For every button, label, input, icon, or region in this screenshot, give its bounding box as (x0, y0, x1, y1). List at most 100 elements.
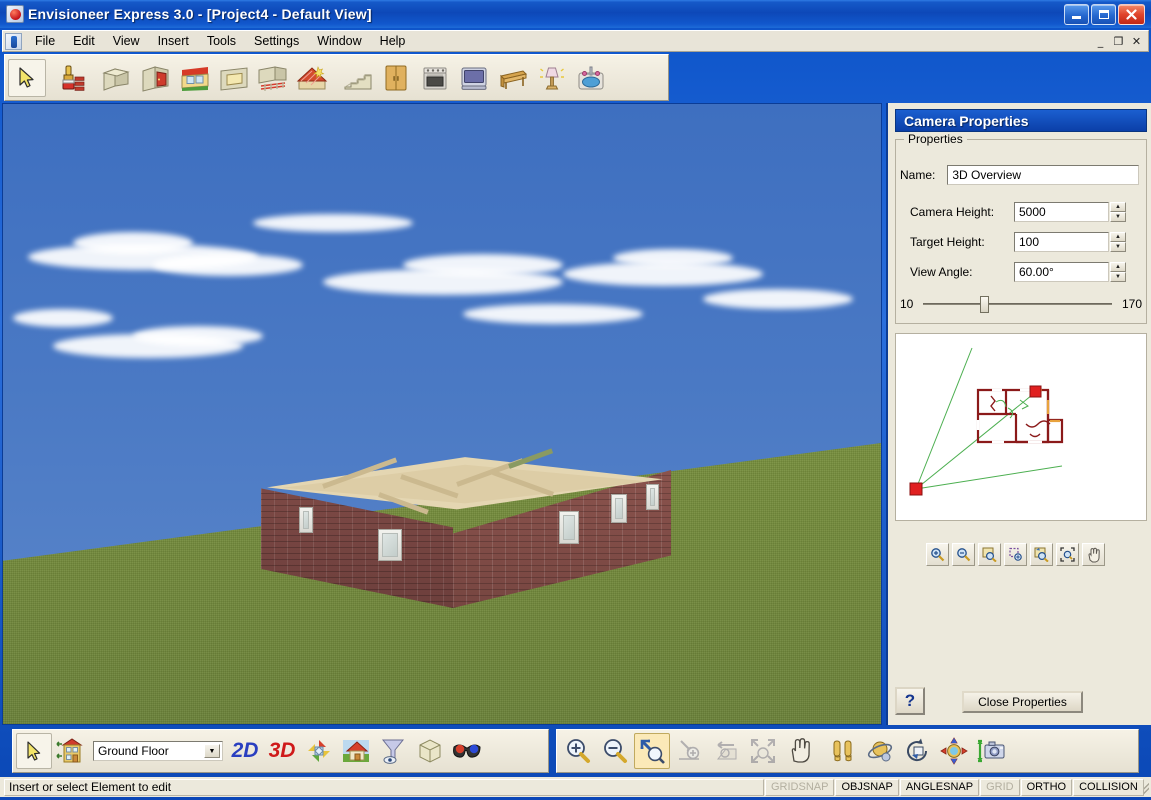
groupbox-label: Properties (904, 132, 967, 146)
zoom-previous-button[interactable] (1030, 543, 1053, 566)
stepper-down-icon[interactable]: ▼ (1110, 272, 1126, 282)
cloud (153, 254, 303, 276)
wall-tool[interactable] (98, 59, 136, 97)
resize-grip[interactable] (1143, 780, 1149, 794)
maximize-button[interactable] (1091, 3, 1116, 25)
door-tool[interactable] (137, 59, 175, 97)
pan-button[interactable] (782, 733, 818, 769)
target-height-stepper[interactable]: ▲ ▼ (1110, 232, 1126, 252)
stereo-glasses-button[interactable] (449, 733, 485, 769)
view-angle-slider[interactable] (923, 296, 1112, 313)
floor-level-select[interactable]: Ground Floor ▼ (93, 741, 223, 761)
menu-item-window[interactable]: Window (308, 31, 370, 51)
lighting-tool[interactable] (533, 59, 571, 97)
appliance-tool[interactable] (416, 59, 454, 97)
cloud (13, 309, 113, 327)
render-house-button[interactable] (338, 733, 374, 769)
status-toggle-objsnap[interactable]: OBJSNAP (835, 778, 899, 796)
stepper-down-icon[interactable]: ▼ (1110, 242, 1126, 252)
floorplan-camera-preview[interactable] (895, 333, 1147, 521)
zoom-in-button[interactable] (560, 733, 596, 769)
house-model (261, 448, 671, 626)
pan-button[interactable] (1082, 543, 1105, 566)
stepper-up-icon[interactable]: ▲ (1110, 232, 1126, 242)
walk-through-button[interactable] (825, 733, 861, 769)
deck-railing-tool[interactable] (254, 59, 292, 97)
zoom-all-button[interactable] (745, 733, 781, 769)
zoom-window-button[interactable] (671, 733, 707, 769)
chevron-down-icon[interactable]: ▼ (204, 744, 220, 758)
camera-properties-panel: Camera Properties Properties Name: 3D Ov… (886, 103, 1151, 725)
slider-thumb[interactable] (979, 296, 989, 313)
select-arrow-tool[interactable] (8, 58, 46, 97)
stepper-up-icon[interactable]: ▲ (1110, 262, 1126, 272)
plumbing-tool[interactable] (572, 59, 610, 97)
name-label: Name: (900, 168, 936, 182)
menu-item-insert[interactable]: Insert (149, 31, 198, 51)
minimize-button[interactable] (1064, 3, 1089, 25)
window-opening (299, 507, 313, 533)
roof-tool[interactable] (293, 59, 331, 97)
select-arrow-tool[interactable] (16, 733, 52, 769)
navigation-toolbar (556, 729, 1139, 773)
stepper-down-icon[interactable]: ▼ (1110, 212, 1126, 222)
mdi-minimize-button[interactable]: _ (1092, 33, 1109, 49)
zoom-window-button[interactable] (978, 543, 1001, 566)
zoom-extents-button[interactable] (1056, 543, 1079, 566)
window-tool[interactable] (176, 59, 214, 97)
orbit-button[interactable] (862, 733, 898, 769)
close-properties-button[interactable]: Close Properties (962, 691, 1083, 713)
target-height-input[interactable]: 100 (1014, 232, 1109, 252)
cloud (613, 249, 733, 267)
refresh-views-button[interactable] (301, 733, 337, 769)
view-3d-button[interactable]: 3D (264, 733, 300, 769)
cloud (403, 254, 563, 276)
menu-item-file[interactable]: File (26, 31, 64, 51)
cloud (463, 304, 643, 324)
close-button[interactable] (1118, 3, 1145, 25)
status-toggle-grid[interactable]: GRID (980, 778, 1020, 796)
opening-tool[interactable] (215, 59, 253, 97)
camera-height-input[interactable]: 5000 (1014, 202, 1109, 222)
menu-item-settings[interactable]: Settings (245, 31, 308, 51)
furniture-tool[interactable] (494, 59, 532, 97)
mdi-restore-button[interactable]: ❐ (1110, 33, 1127, 49)
mdi-close-button[interactable]: ✕ (1128, 33, 1145, 49)
status-toggle-anglesnap[interactable]: ANGLESNAP (899, 778, 980, 796)
help-button[interactable]: ? (895, 687, 925, 715)
zoom-previous-button[interactable] (708, 733, 744, 769)
status-toggle-collision[interactable]: COLLISION (1073, 778, 1144, 796)
stairs-tool[interactable] (338, 59, 376, 97)
building-levels-icon[interactable] (53, 733, 89, 769)
3d-viewport[interactable] (2, 103, 882, 725)
cabinet-tool[interactable] (377, 59, 415, 97)
move-camera-button[interactable] (936, 733, 972, 769)
wireframe-cube-button[interactable] (412, 733, 448, 769)
camera-button[interactable] (973, 733, 1009, 769)
menu-item-tools[interactable]: Tools (198, 31, 245, 51)
zoom-out-button[interactable] (952, 543, 975, 566)
menu-item-help[interactable]: Help (371, 31, 415, 51)
menu-item-view[interactable]: View (104, 31, 149, 51)
toolbar-separator (92, 61, 97, 95)
display-filter-button[interactable] (375, 733, 411, 769)
camera-name-input[interactable]: 3D Overview (947, 165, 1140, 185)
stepper-up-icon[interactable]: ▲ (1110, 202, 1126, 212)
zoom-out-button[interactable] (597, 733, 633, 769)
zoom-selected-button[interactable] (1004, 543, 1027, 566)
view-2d-button[interactable]: 2D (227, 733, 263, 769)
status-toggle-ortho[interactable]: ORTHO (1020, 778, 1073, 796)
view-angle-input[interactable]: 60.00° (1014, 262, 1109, 282)
rotate-view-button[interactable] (899, 733, 935, 769)
zoom-in-button[interactable] (926, 543, 949, 566)
paint-material-tool[interactable] (53, 59, 91, 97)
toolbar-separator (332, 61, 337, 95)
status-toggle-gridsnap[interactable]: GRIDSNAP (765, 778, 835, 796)
view-angle-stepper[interactable]: ▲ ▼ (1110, 262, 1126, 282)
menu-item-edit[interactable]: Edit (64, 31, 104, 51)
cloud (73, 232, 193, 254)
electronics-tool[interactable] (455, 59, 493, 97)
camera-height-stepper[interactable]: ▲ ▼ (1110, 202, 1126, 222)
zoom-extents-button[interactable] (634, 733, 670, 769)
view-2d-label: 2D (231, 739, 259, 762)
